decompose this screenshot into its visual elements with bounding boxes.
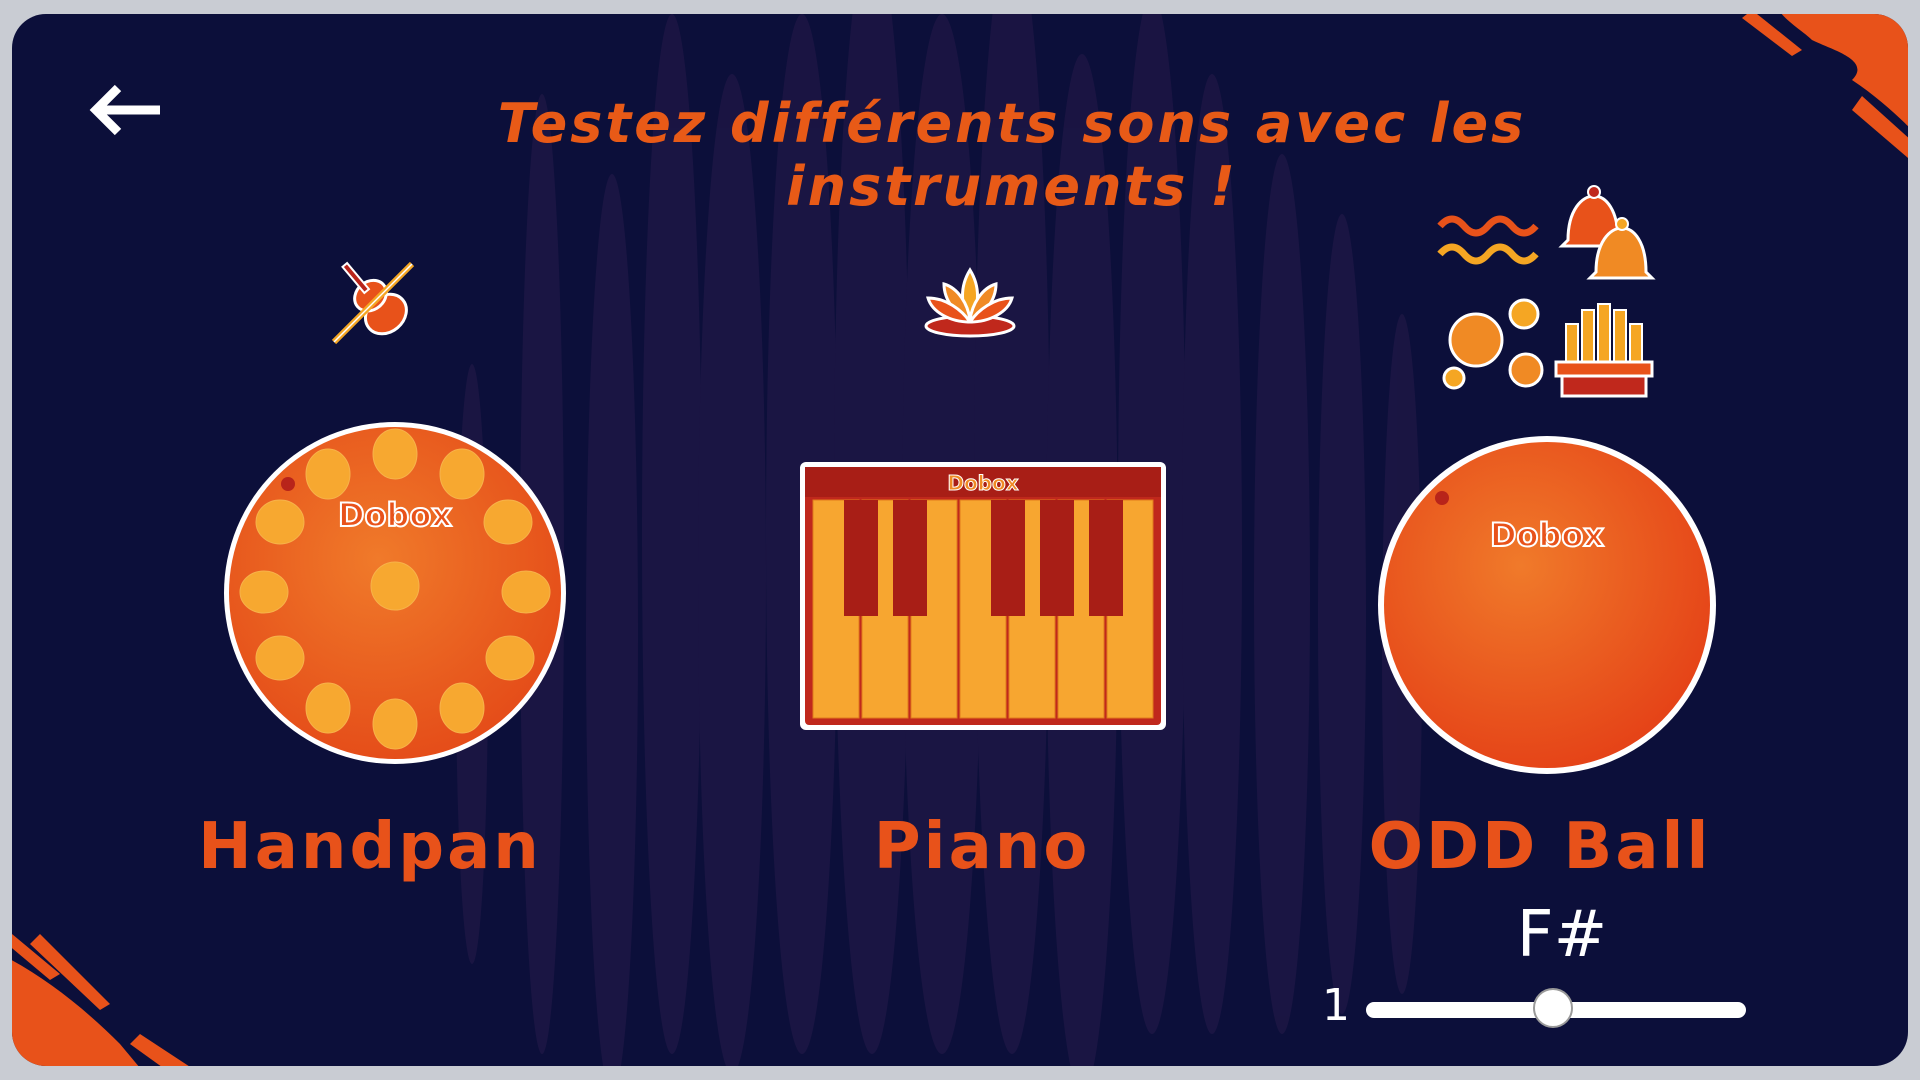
slider-thumb[interactable] [1532, 988, 1573, 1028]
organ-icon[interactable] [1552, 300, 1660, 400]
arrow-left-icon [89, 84, 160, 136]
piano-brand-logo: Dobox [947, 471, 1018, 495]
orange-splash-bottom-left [12, 934, 189, 1066]
oddball-brand-logo: Dobox [1490, 516, 1604, 554]
oddball-label[interactable]: ODD Ball [1340, 810, 1740, 884]
piano-instrument[interactable]: Dobox [800, 462, 1166, 730]
game-panel: Testez différents sons avec les instrume… [12, 14, 1908, 1066]
lotus-icon[interactable] [920, 260, 1020, 340]
handpan-label[interactable]: Handpan [190, 810, 550, 884]
piano-black-key[interactable] [991, 500, 1025, 616]
piano-black-key[interactable] [893, 500, 927, 616]
violin-icon[interactable] [320, 246, 430, 356]
handpan-brand-logo: Dobox [338, 496, 452, 534]
handpan-instrument[interactable]: Dobox [220, 418, 570, 768]
oddball-instrument[interactable]: Dobox [1376, 434, 1718, 776]
piano-black-key[interactable] [1040, 500, 1074, 616]
slider-min-label: 1 [1322, 980, 1350, 1031]
piano-label[interactable]: Piano [802, 810, 1162, 884]
back-button[interactable] [88, 80, 168, 140]
orange-splash-top-right [1742, 14, 1908, 158]
bells-icon[interactable] [1548, 180, 1664, 290]
note-slider[interactable] [1364, 984, 1748, 1034]
bubbles-icon[interactable] [1440, 290, 1548, 394]
page-title: Testez différents sons avec les instrume… [497, 92, 1527, 218]
wave-icon[interactable] [1434, 204, 1548, 274]
piano-black-key[interactable] [844, 500, 878, 616]
piano-black-key[interactable] [1089, 500, 1123, 616]
note-display: F# [1516, 898, 1608, 972]
